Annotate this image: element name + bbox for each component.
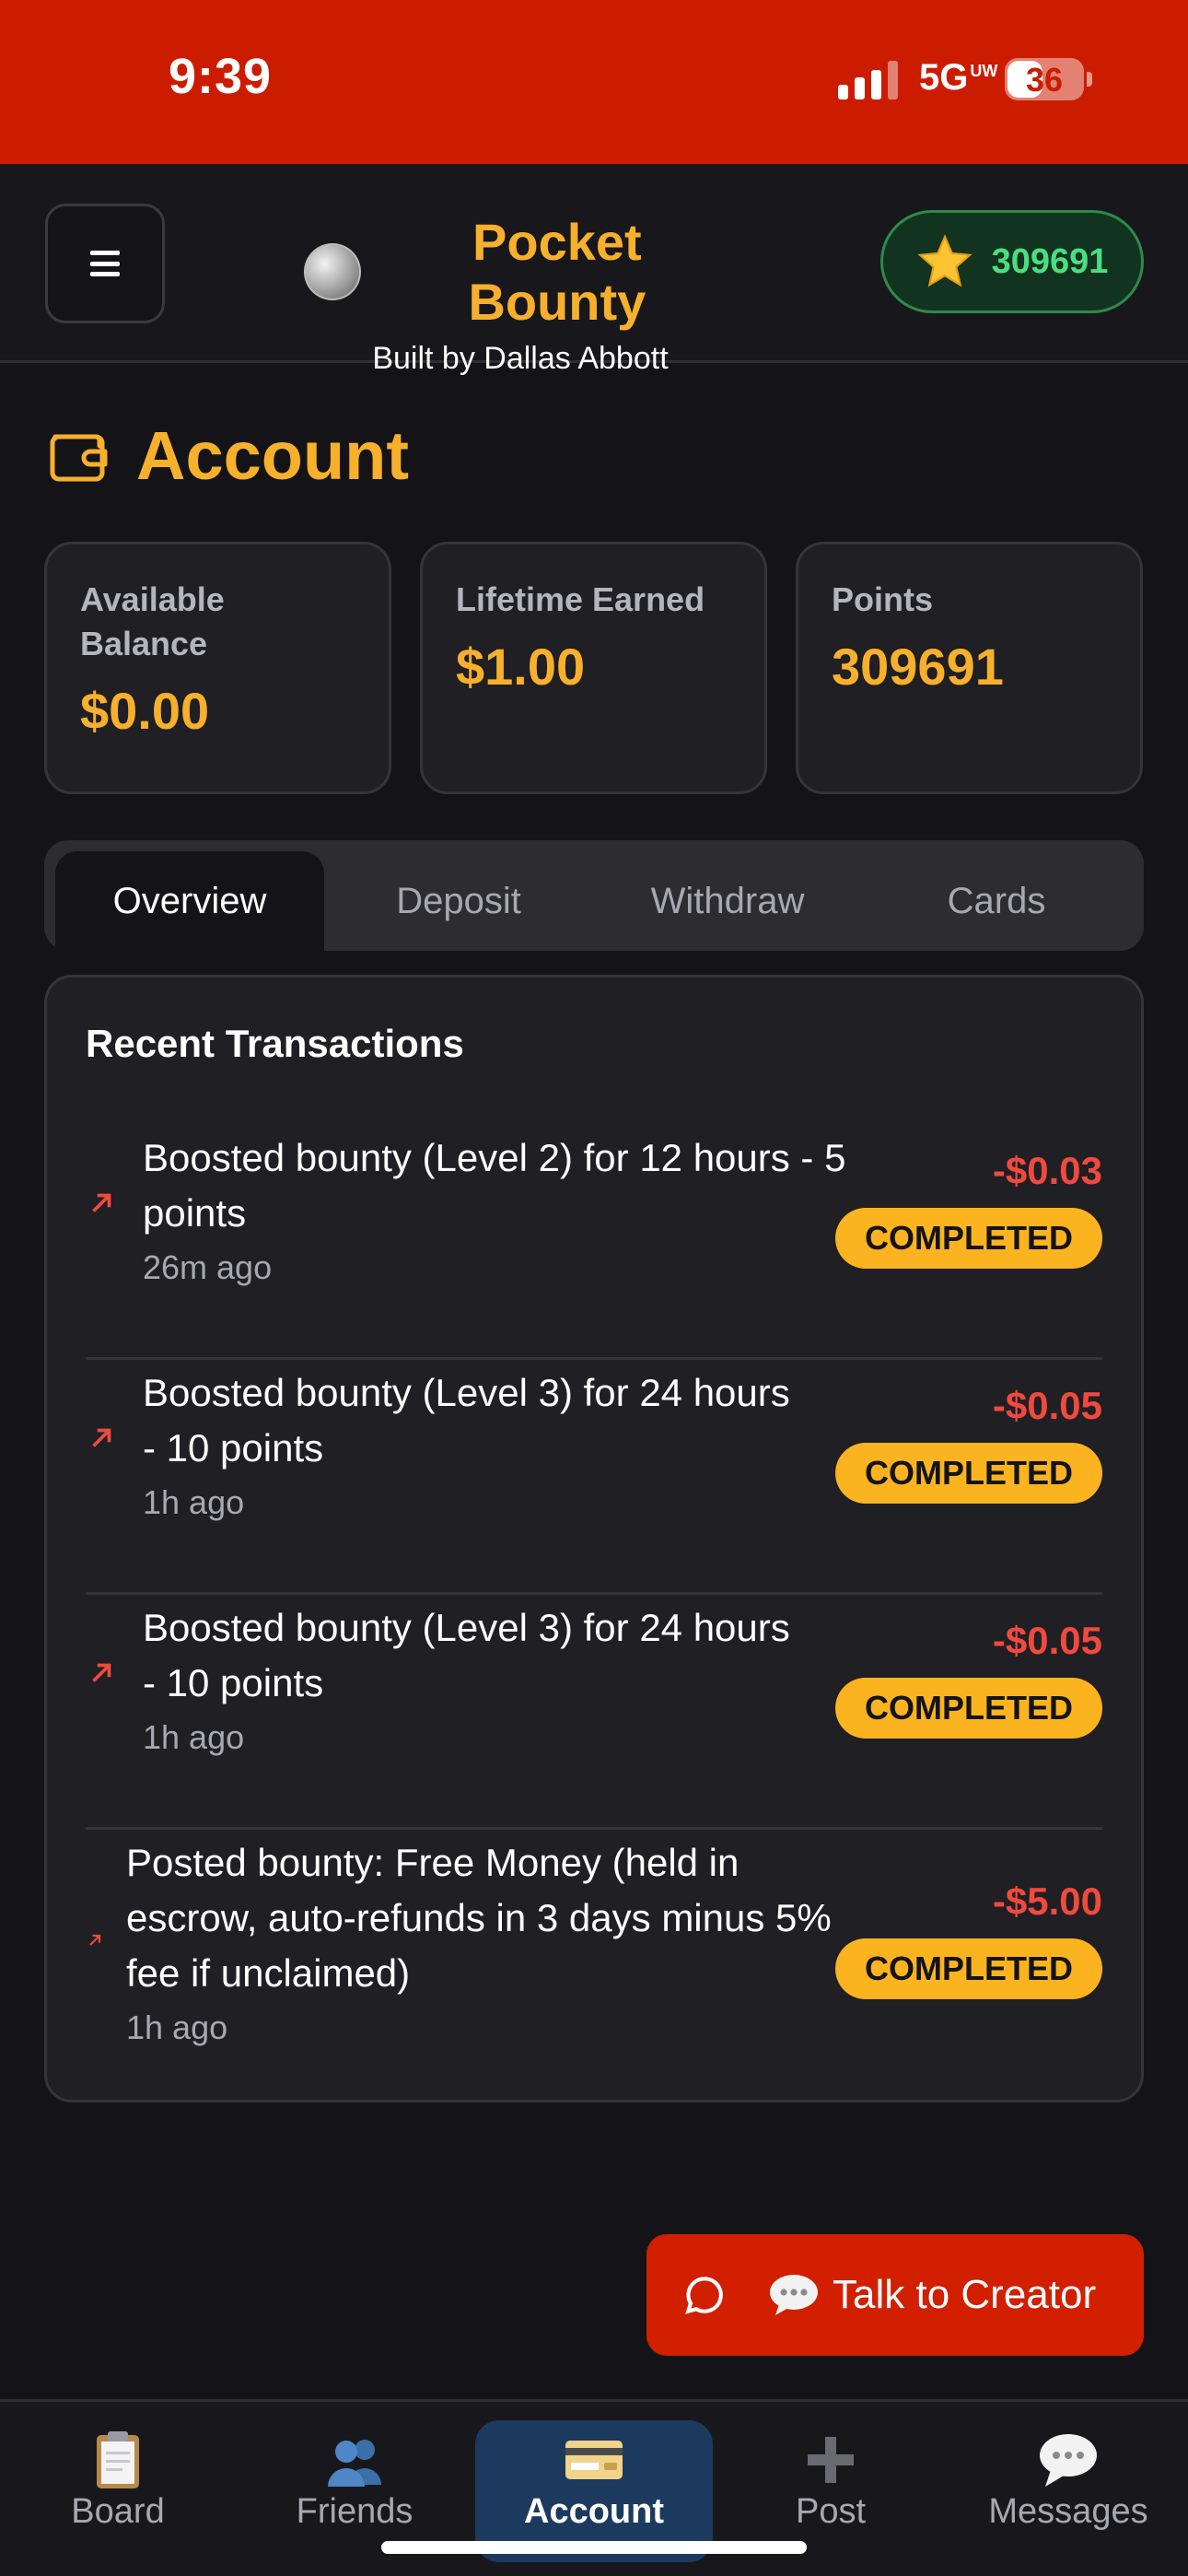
arrow-up-right-icon <box>92 1663 111 1682</box>
status-badge: COMPLETED <box>835 1938 1102 1999</box>
arrow-up-right-icon <box>92 1428 111 1447</box>
page-header: Account <box>48 416 409 495</box>
home-indicator[interactable] <box>381 2541 807 2554</box>
app-title: Pocket Bounty <box>468 213 646 331</box>
nav-messages-label: Messages <box>988 2492 1148 2531</box>
battery-icon: 36 <box>1005 58 1084 100</box>
nav-post[interactable]: Post <box>729 2420 932 2558</box>
transactions-panel: Recent Transactions Boosted bounty (Leve… <box>44 975 1144 2102</box>
speech-bubble-icon <box>770 2275 818 2315</box>
stat-card-available-balance: Available Balance $0.00 <box>44 542 391 794</box>
arrow-up-right-icon <box>92 1193 111 1212</box>
transaction-description: Boosted bounty (Level 3) for 24 hours - … <box>143 1606 790 1704</box>
status-badge: COMPLETED <box>835 1443 1102 1504</box>
menu-button[interactable] <box>45 204 165 323</box>
stat-value: 309691 <box>832 638 1004 696</box>
transaction-row[interactable]: Boosted bounty (Level 3) for 24 hours - … <box>86 1360 1102 1595</box>
battery-cap <box>1087 72 1092 87</box>
arrow-up-right-icon <box>89 1934 101 1946</box>
nav-friends-label: Friends <box>296 2492 413 2531</box>
plus-icon <box>808 2437 854 2483</box>
stat-card-points: Points 309691 <box>796 542 1143 794</box>
transaction-description: Boosted bounty (Level 2) for 12 hours - … <box>143 1136 846 1235</box>
stat-card-lifetime-earned: Lifetime Earned $1.00 <box>420 542 767 794</box>
people-icon <box>328 2440 381 2487</box>
chat-bubble-icon <box>685 2277 723 2314</box>
nav-board-label: Board <box>71 2492 165 2531</box>
brand: Pocket Bounty Built by Dallas Abbott <box>304 212 737 377</box>
app-subtitle: Built by Dallas Abbott <box>372 341 669 376</box>
wallet-icon <box>50 434 108 481</box>
stat-label: Lifetime Earned <box>456 580 705 618</box>
coin-icon <box>304 243 361 300</box>
transaction-amount: -$0.05 <box>992 1384 1102 1427</box>
transaction-description: Posted bounty: Free Money (held in escro… <box>126 1841 832 1995</box>
stat-value: $1.00 <box>456 638 586 696</box>
transaction-time: 26m ago <box>143 1248 273 1286</box>
nav-account-label: Account <box>524 2492 664 2531</box>
points-badge[interactable]: 309691 <box>880 210 1144 313</box>
network-indicator: 5G UW <box>919 57 998 98</box>
page-title: Account <box>136 417 409 494</box>
transaction-row[interactable]: Boosted bounty (Level 2) for 12 hours - … <box>86 1125 1102 1360</box>
tab-withdraw[interactable]: Withdraw <box>593 851 862 951</box>
star-icon <box>916 234 973 287</box>
transaction-row[interactable]: Posted bounty: Free Money (held in escro… <box>86 1830 1102 2088</box>
transaction-amount: -$5.00 <box>992 1879 1102 1923</box>
talk-to-creator-label: Talk to Creator <box>833 2272 1097 2317</box>
nav-messages[interactable]: Messages <box>967 2420 1170 2558</box>
tab-overview[interactable]: Overview <box>55 851 324 951</box>
talk-to-creator-button[interactable]: Talk to Creator <box>646 2234 1144 2356</box>
nav-post-label: Post <box>795 2492 867 2531</box>
app-header: Pocket Bounty Built by Dallas Abbott 309… <box>0 164 1188 376</box>
stat-value: $0.00 <box>80 682 210 740</box>
hamburger-menu-icon <box>90 251 120 276</box>
tab-cards[interactable]: Cards <box>862 851 1131 951</box>
tab-deposit[interactable]: Deposit <box>324 851 593 951</box>
transactions-heading: Recent Transactions <box>86 1022 464 1065</box>
status-time: 9:39 <box>169 49 273 104</box>
status-badge: COMPLETED <box>835 1678 1102 1739</box>
transaction-amount: -$0.03 <box>992 1149 1102 1192</box>
points-badge-value: 309691 <box>991 241 1109 281</box>
nav-friends[interactable]: Friends <box>253 2420 456 2558</box>
nav-board[interactable]: Board <box>17 2420 219 2558</box>
transaction-time: 1h ago <box>143 1483 245 1521</box>
stat-label: Available Balance <box>80 580 225 662</box>
status-badge: COMPLETED <box>835 1208 1102 1269</box>
transaction-time: 1h ago <box>143 1718 245 1756</box>
stat-label: Points <box>832 580 934 618</box>
clipboard-icon <box>97 2431 139 2488</box>
transaction-row[interactable]: Boosted bounty (Level 3) for 24 hours - … <box>86 1595 1102 1830</box>
transaction-description: Boosted bounty (Level 3) for 24 hours - … <box>143 1371 790 1469</box>
status-bar: 9:39 5G UW 36 <box>0 0 1188 164</box>
account-tabs: Overview Deposit Withdraw Cards <box>44 840 1144 951</box>
transaction-amount: -$0.05 <box>992 1619 1102 1662</box>
transaction-time: 1h ago <box>126 2008 228 2046</box>
credit-card-icon <box>565 2441 623 2479</box>
speech-bubble-icon <box>1040 2434 1097 2487</box>
signal-icon <box>838 61 899 100</box>
